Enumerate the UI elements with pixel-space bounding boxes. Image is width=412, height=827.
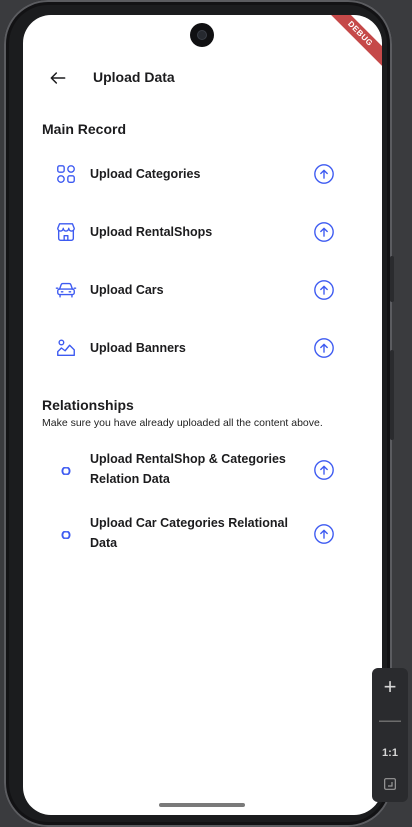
upload-categories-label: Upload Categories	[90, 167, 201, 181]
upload-car-categories-item[interactable]: Upload Car Categories Relational Data	[23, 505, 382, 569]
zoom-out-button[interactable]: —	[372, 704, 408, 736]
upload-banners-item[interactable]: Upload Banners	[23, 319, 382, 377]
link-icon	[53, 458, 79, 484]
upload-circle-icon[interactable]	[312, 522, 336, 546]
fit-screen-button[interactable]	[372, 768, 408, 800]
app-screen: DEBUG Upload Data Main Record Upload Cat…	[23, 15, 382, 815]
upload-rentalshop-categories-item[interactable]: Upload RentalShop & Categories Relation …	[23, 441, 382, 505]
power-button	[390, 350, 394, 440]
app-bar: Upload Data	[23, 53, 382, 103]
label-line-1: Upload Car Categories Relational	[90, 516, 288, 530]
label-line-2: Relation Data	[90, 472, 170, 486]
zoom-in-button[interactable]: +	[372, 671, 408, 703]
volume-button	[390, 256, 394, 302]
fit-screen-icon	[384, 778, 396, 790]
page-title: Upload Data	[93, 69, 175, 85]
car-icon	[53, 277, 79, 303]
zoom-ratio-button[interactable]: 1:1	[372, 737, 408, 769]
upload-banners-label: Upload Banners	[90, 341, 186, 355]
back-button[interactable]	[45, 65, 71, 91]
shop-icon	[53, 219, 79, 245]
front-camera	[190, 23, 214, 47]
upload-circle-icon[interactable]	[312, 278, 336, 302]
upload-circle-icon[interactable]	[312, 458, 336, 482]
upload-circle-icon[interactable]	[312, 220, 336, 244]
upload-cars-item[interactable]: Upload Cars	[23, 261, 382, 319]
relationships-subtitle: Make sure you have already uploaded all …	[42, 417, 323, 429]
home-indicator[interactable]	[159, 803, 245, 807]
label-line-2: Data	[90, 536, 118, 550]
upload-rentalshops-item[interactable]: Upload RentalShops	[23, 203, 382, 261]
gallery-icon	[53, 335, 79, 361]
upload-car-categories-label: Upload Car Categories Relational Data	[90, 513, 300, 553]
arrow-left-icon	[50, 72, 66, 84]
upload-categories-item[interactable]: Upload Categories	[23, 145, 382, 203]
emulator-zoom-controls: + — 1:1	[372, 668, 408, 802]
device-frame: DEBUG Upload Data Main Record Upload Cat…	[4, 0, 394, 827]
label-line-1: Upload RentalShop & Categories	[90, 452, 286, 466]
categories-icon	[53, 161, 79, 187]
upload-rentalshops-label: Upload RentalShops	[90, 225, 213, 239]
relationships-heading: Relationships	[42, 397, 134, 413]
link-icon	[53, 522, 79, 548]
upload-circle-icon[interactable]	[312, 162, 336, 186]
upload-circle-icon[interactable]	[312, 336, 336, 360]
upload-cars-label: Upload Cars	[90, 283, 164, 297]
upload-rentalshop-categories-label: Upload RentalShop & Categories Relation …	[90, 449, 300, 489]
main-record-heading: Main Record	[42, 121, 127, 137]
